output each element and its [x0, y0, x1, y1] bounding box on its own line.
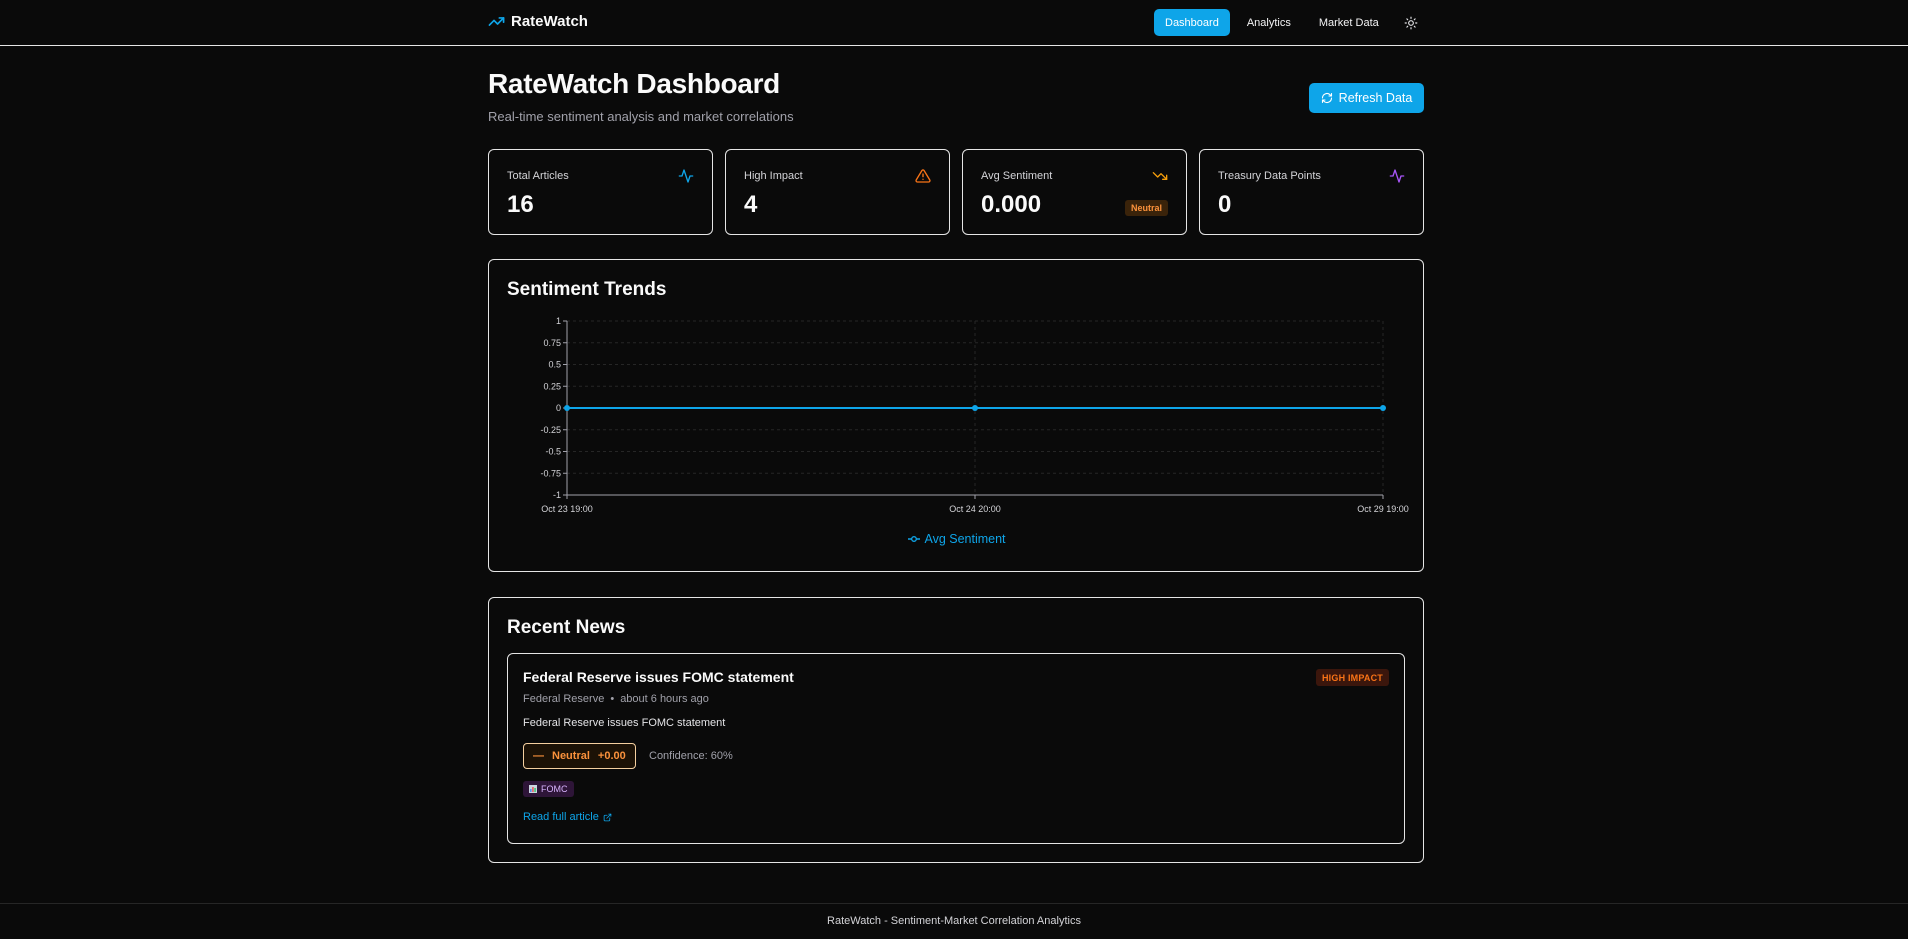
stat-card-avg-sentiment: Avg Sentiment 0.000 Neutral	[962, 149, 1187, 235]
read-full-article-link[interactable]: Read full article	[523, 811, 612, 823]
chart-legend[interactable]: Avg Sentiment	[489, 532, 1425, 546]
stat-card-high-impact: High Impact 4	[725, 149, 950, 235]
sentiment-score: +0.00	[597, 750, 626, 762]
brand-name: RateWatch	[511, 13, 588, 30]
page-subtitle: Real-time sentiment analysis and market …	[488, 109, 794, 124]
tag-label: FOMC	[541, 784, 568, 794]
sentiment-label: Neutral	[552, 750, 590, 762]
activity-icon	[1389, 169, 1405, 183]
y-tick-label: -0.5	[545, 447, 561, 457]
panel-title: Recent News	[507, 617, 626, 638]
meta-separator: •	[610, 693, 615, 705]
trending-up-icon	[488, 17, 505, 26]
data-point	[972, 405, 978, 411]
y-tick-label: 1	[556, 316, 561, 326]
x-tick-label: Oct 24 20:00	[949, 504, 1001, 514]
stat-card-total-articles: Total Articles 16	[488, 149, 713, 235]
x-tick-label: Oct 29 19:00	[1357, 504, 1409, 514]
y-tick-label: 0	[556, 403, 561, 413]
link-label: Read full article	[523, 811, 599, 823]
refresh-data-label: Refresh Data	[1338, 91, 1413, 105]
trending-down-icon	[1152, 172, 1168, 180]
y-tick-label: 0.25	[543, 381, 561, 391]
stat-value: 0	[1218, 191, 1232, 218]
data-point	[564, 405, 570, 411]
footer: RateWatch - Sentiment-Market Correlation…	[0, 903, 1908, 939]
external-link-icon	[603, 813, 612, 821]
stat-label: High Impact	[744, 170, 803, 182]
stat-value: 4	[744, 191, 758, 218]
refresh-icon	[1321, 92, 1332, 104]
page-title: RateWatch Dashboard	[488, 68, 780, 99]
y-tick-label: -0.75	[540, 468, 561, 478]
news-meta: Federal Reserve • about 6 hours ago	[523, 693, 709, 705]
bar-chart-icon	[529, 785, 537, 793]
top-navigation-bar: RateWatch Dashboard Analytics Market Dat…	[0, 0, 1908, 46]
sentiment-trends-panel: Sentiment Trends 1 0.75 0.5 0.25 0 -0.25 -0.5-…	[488, 259, 1424, 572]
news-summary: Federal Reserve issues FOMC statement	[523, 717, 726, 729]
recent-news-panel: Recent News Federal Reserve issues FOMC …	[488, 597, 1424, 863]
news-card: Federal Reserve issues FOMC statement HI…	[507, 653, 1405, 844]
sentiment-chip: — Neutral +0.00	[523, 743, 636, 769]
alert-triangle-icon	[915, 169, 931, 183]
stat-value: 16	[507, 191, 534, 218]
sentiment-line-chart[interactable]: 1 0.75 0.5 0.25 0 -0.25 -0.5 -0.75 -1 Oct 23 19:0…	[489, 260, 1425, 573]
stat-label: Avg Sentiment	[981, 170, 1053, 182]
y-tick-label: -1	[553, 490, 561, 500]
nav-market-data[interactable]: Market Data	[1308, 9, 1390, 36]
refresh-data-button[interactable]: Refresh Data	[1309, 83, 1424, 113]
legend-line-marker-icon	[908, 536, 921, 542]
minus-icon: —	[533, 750, 544, 762]
x-tick-label: Oct 23 19:00	[541, 504, 593, 514]
activity-icon	[678, 169, 694, 183]
data-point	[1380, 405, 1386, 411]
news-source: Federal Reserve	[523, 693, 605, 705]
footer-text: RateWatch - Sentiment-Market Correlation…	[827, 915, 1081, 927]
sun-icon	[1404, 16, 1418, 29]
news-title: Federal Reserve issues FOMC statement	[523, 669, 794, 685]
topic-tag: FOMC	[523, 781, 574, 797]
confidence-text: Confidence: 60%	[649, 750, 733, 762]
main-nav: Dashboard Analytics Market Data	[1154, 9, 1424, 36]
high-impact-badge: HIGH IMPACT	[1315, 669, 1389, 686]
y-tick-label: -0.25	[540, 425, 561, 435]
y-tick-label: 0.5	[548, 360, 561, 370]
sentiment-status-badge: Neutral	[1124, 200, 1168, 216]
stat-value: 0.000	[981, 191, 1042, 218]
nav-analytics[interactable]: Analytics	[1236, 9, 1302, 36]
brand-logo[interactable]: RateWatch	[488, 13, 588, 30]
nav-dashboard[interactable]: Dashboard	[1154, 9, 1230, 36]
y-tick-label: 0.75	[543, 338, 561, 348]
stat-card-treasury-data-points: Treasury Data Points 0	[1199, 149, 1424, 235]
legend-label: Avg Sentiment	[924, 532, 1006, 546]
stat-label: Treasury Data Points	[1218, 170, 1321, 182]
theme-toggle-button[interactable]	[1398, 9, 1424, 36]
news-time: about 6 hours ago	[620, 693, 709, 705]
stat-label: Total Articles	[507, 170, 569, 182]
